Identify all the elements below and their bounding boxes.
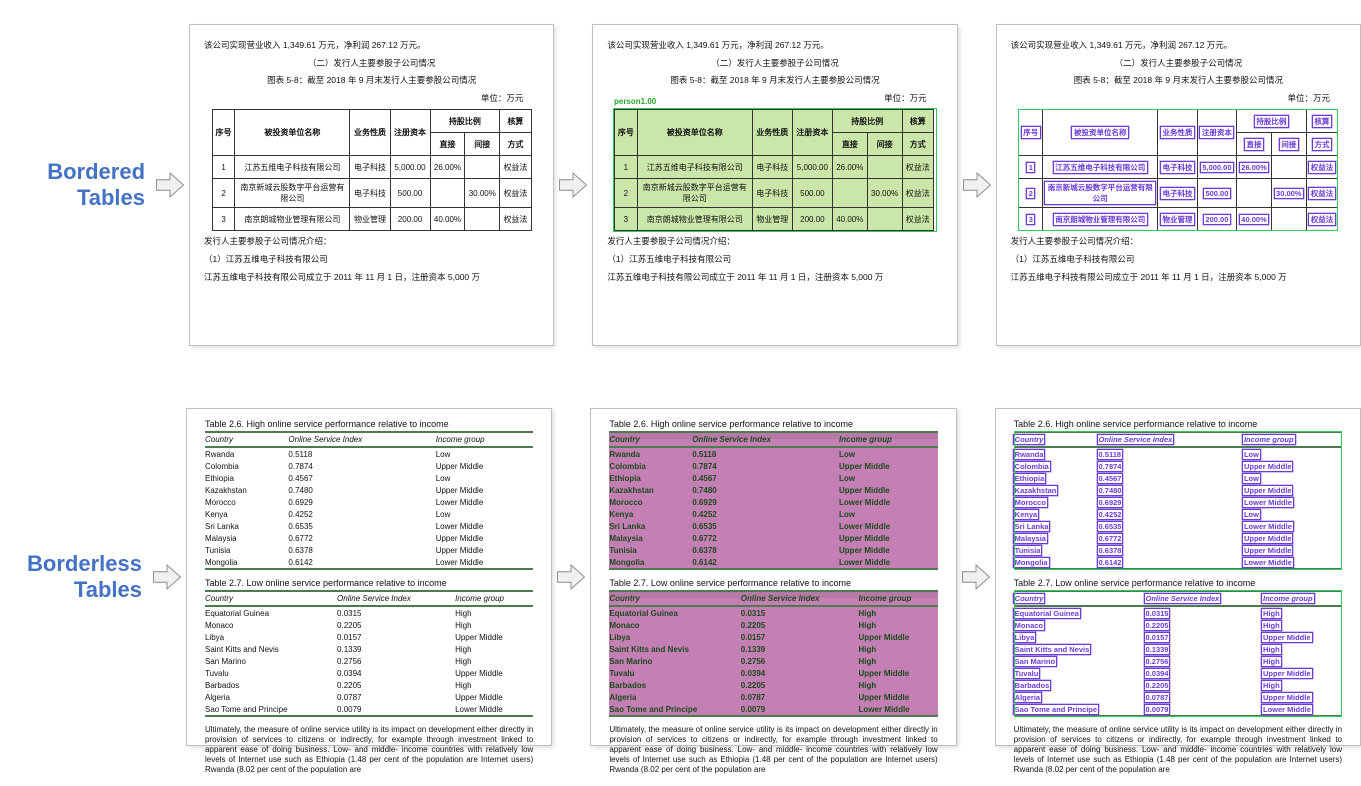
row-bordered: BorderedTables 该公司实现营业收入 1,349.61 万元，净利润…	[0, 18, 1361, 352]
cn-p1: 该公司实现营业收入 1,349.61 万元，净利润 267.12 万元。	[204, 39, 539, 53]
row-borderless: BorderlessTables Table 2.6. High online …	[0, 402, 1361, 752]
panel-en-detect: Table 2.6. High online service performan…	[590, 408, 956, 746]
cn-p6: （1）江苏五维电子科技有限公司	[204, 253, 539, 267]
structure-box: 序号被投资单位名称业务性质注册资本持股比例核算 直接间接方式 1江苏五维电子科技…	[1018, 109, 1338, 231]
panel-cn-structure: 该公司实现营业收入 1,349.61 万元，净利润 267.12 万元。 （二）…	[996, 24, 1361, 346]
cn-p2: （二）发行人主要参股子公司情况	[204, 57, 539, 71]
arrow-icon	[962, 170, 992, 200]
en-table-27: CountryOnline Service IndexIncome groupE…	[1014, 590, 1342, 717]
cn-table: 序号被投资单位名称业务性质注册资本持股比例核算 直接间接方式 1江苏五维电子科技…	[212, 109, 532, 231]
panel-cn-detect: 该公司实现营业收入 1,349.61 万元，净利润 267.12 万元。 （二）…	[592, 24, 957, 346]
arrow-icon	[558, 170, 588, 200]
en-table-26: CountryOnline Service IndexIncome groupR…	[609, 431, 937, 570]
cn-p5: 发行人主要参股子公司情况介绍：	[204, 235, 539, 249]
arrow-icon	[961, 562, 991, 592]
en-table-26: CountryOnline Service IndexIncome groupR…	[1014, 431, 1342, 570]
label-borderless: BorderlessTables	[0, 551, 148, 604]
en-table-26: CountryOnline Service IndexIncome group …	[205, 431, 533, 570]
detection-box: 序号被投资单位名称业务性质注册资本持股比例核算 直接间接方式 1江苏五维电子科技…	[614, 109, 936, 231]
arrow-icon	[152, 562, 182, 592]
cn-p4: 单位：万元	[204, 92, 539, 106]
cn-p3: 图表 5-8：截至 2018 年 9 月末发行人主要参股公司情况	[204, 74, 539, 88]
en-table-27: CountryOnline Service IndexIncome groupE…	[609, 590, 937, 717]
label-bordered: BorderedTables	[0, 159, 151, 212]
arrow-icon	[556, 562, 586, 592]
arrow-icon	[155, 170, 185, 200]
cn-p7: 江苏五维电子科技有限公司成立于 2011 年 11 月 1 日，注册资本 5,0…	[204, 271, 539, 285]
panel-en-original: Table 2.6. High online service performan…	[186, 408, 552, 746]
panel-en-structure: Table 2.6. High online service performan…	[995, 408, 1361, 746]
en-table-27: CountryOnline Service IndexIncome group …	[205, 590, 533, 717]
panel-cn-original: 该公司实现营业收入 1,349.61 万元，净利润 267.12 万元。 （二）…	[189, 24, 554, 346]
